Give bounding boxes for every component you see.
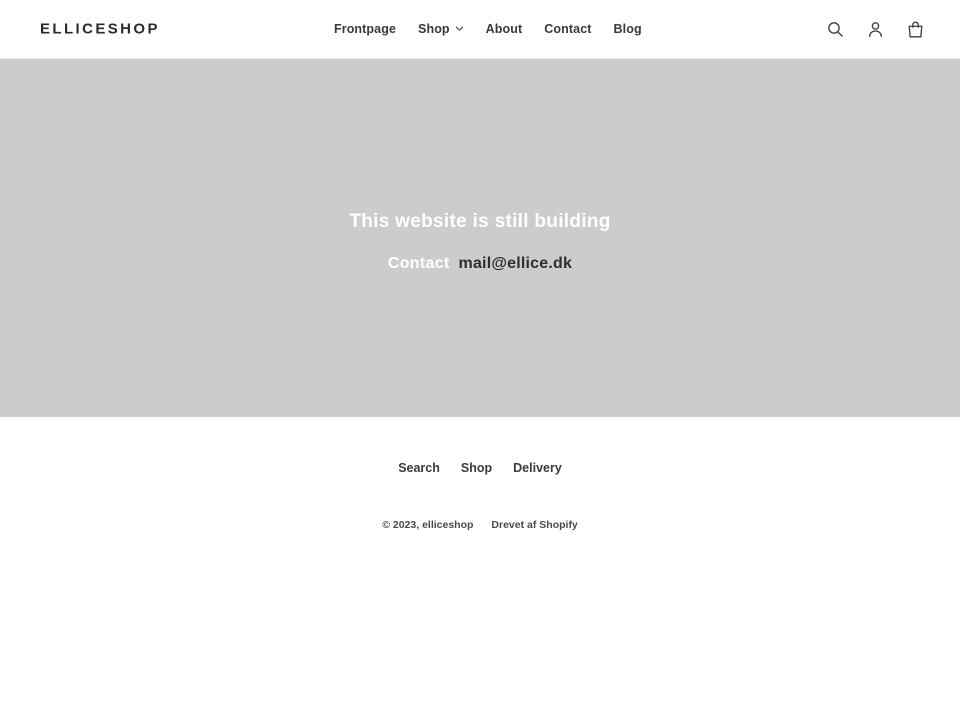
nav-item-label: Contact <box>544 22 592 36</box>
nav-item-frontpage[interactable]: Frontpage <box>334 22 396 36</box>
nav-item-contact[interactable]: Contact <box>544 22 591 36</box>
nav-item-label: Frontpage <box>334 22 397 36</box>
hero-contact-line: Contact mail@ellice.dk <box>388 255 572 273</box>
footer-meta: © 2023, elliceshop Drevet af Shopify <box>382 519 578 531</box>
main-navigation: Frontpage Shop About Contact Blog <box>334 22 642 36</box>
footer-link-shop[interactable]: Shop <box>461 461 492 475</box>
footer-navigation: Search Shop Delivery <box>398 461 562 475</box>
site-logo[interactable]: ELLICESHOP <box>40 21 160 38</box>
account-icon[interactable] <box>863 17 887 41</box>
hero-banner: This website is still building Contact m… <box>0 59 960 417</box>
footer-link-search[interactable]: Search <box>398 461 440 475</box>
footer-link-delivery[interactable]: Delivery <box>513 461 562 475</box>
header-icon-group <box>823 17 927 41</box>
page-root: ELLICESHOP Frontpage Shop About Contact … <box>0 0 960 720</box>
nav-item-about[interactable]: About <box>486 22 523 36</box>
chevron-down-icon <box>455 24 464 33</box>
hero-title: This website is still building <box>349 211 611 232</box>
nav-item-shop[interactable]: Shop <box>418 22 464 36</box>
nav-item-label: About <box>485 22 523 36</box>
site-header: ELLICESHOP Frontpage Shop About Contact … <box>0 0 960 59</box>
footer-copyright: © 2023, elliceshop <box>382 519 474 531</box>
hero-contact-email[interactable]: mail@ellice.dk <box>459 255 573 273</box>
search-icon[interactable] <box>823 17 847 41</box>
nav-item-blog[interactable]: Blog <box>614 22 642 36</box>
cart-icon[interactable] <box>903 17 927 41</box>
footer-powered-by-link[interactable]: Drevet af Shopify <box>491 519 577 531</box>
site-footer: Search Shop Delivery © 2023, elliceshop … <box>0 417 960 531</box>
nav-item-label: Shop <box>418 22 450 36</box>
hero-contact-label: Contact <box>387 254 450 272</box>
nav-item-label: Blog <box>613 22 642 36</box>
